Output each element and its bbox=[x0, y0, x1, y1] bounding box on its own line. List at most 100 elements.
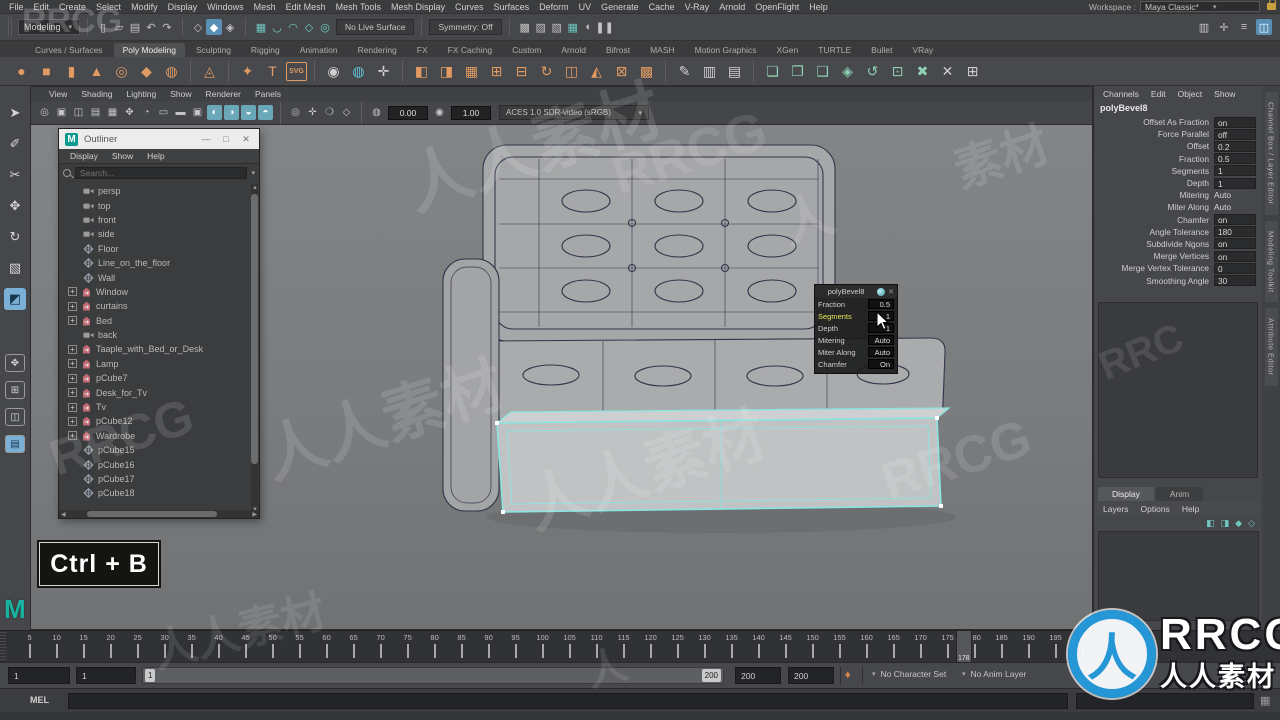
animation-start-field[interactable]: 1 bbox=[8, 667, 70, 684]
merge-vertices-icon[interactable]: ❐ bbox=[786, 60, 809, 83]
panel-menu-show[interactable]: Show bbox=[164, 89, 197, 99]
cleanup-icon[interactable]: ✖ bbox=[911, 60, 934, 83]
delete-edge-icon[interactable]: ◈ bbox=[836, 60, 859, 83]
side-tab-modeling-toolkit[interactable]: Modeling Toolkit bbox=[1264, 220, 1278, 303]
menu-mesh-tools[interactable]: Mesh Tools bbox=[331, 2, 386, 12]
outliner-item-tv[interactable]: + Tv bbox=[59, 400, 259, 414]
channel-attr-miter-along[interactable]: Miter Along Auto bbox=[1094, 201, 1262, 213]
select-hierarchy-icon[interactable]: ◇ bbox=[190, 19, 206, 35]
layer-list-area[interactable] bbox=[1098, 531, 1259, 621]
empty-layer-icon[interactable]: ◆ bbox=[1235, 518, 1242, 529]
modeling-toolkit-toggle-icon[interactable]: ▥ bbox=[1196, 19, 1212, 35]
camera-attributes-icon[interactable]: ◫ bbox=[71, 105, 86, 120]
motion-blur-icon[interactable]: ◓ bbox=[258, 105, 273, 120]
channel-attr-value[interactable]: 0.2 bbox=[1214, 140, 1256, 152]
shelf-tab-sculpting[interactable]: Sculpting bbox=[187, 43, 240, 57]
channel-attr-value[interactable]: 1 bbox=[1214, 177, 1256, 189]
outliner-item-pcube7[interactable]: + pCube7 bbox=[59, 371, 259, 385]
time-slider[interactable]: 5 10 15 20 25 30 35 40 45 50 55 60 65 70 75 80 85 90 95 100… bbox=[0, 630, 1280, 662]
poly-torus-icon[interactable]: ◎ bbox=[110, 60, 133, 83]
offset-edge-loop-icon[interactable]: ▤ bbox=[723, 60, 746, 83]
sculpt-tool-icon[interactable]: ◉ bbox=[322, 60, 345, 83]
channel-attr-value[interactable]: Auto bbox=[1214, 202, 1256, 212]
shelf-tab-arnold[interactable]: Arnold bbox=[552, 43, 595, 57]
channel-attr-value[interactable]: 30 bbox=[1214, 275, 1256, 287]
new-scene-icon[interactable]: ▯ bbox=[95, 19, 111, 35]
horizontal-scrollbar[interactable]: ◀ ▶ bbox=[59, 510, 259, 518]
outliner-item-desk-for-tv[interactable]: + Desk_for_Tv bbox=[59, 385, 259, 399]
shadows-icon[interactable]: ◑ bbox=[224, 105, 239, 120]
expand-icon[interactable]: + bbox=[68, 316, 77, 326]
channel-attr-value[interactable]: on bbox=[1214, 238, 1256, 250]
hud-attr-value[interactable]: On bbox=[868, 359, 894, 369]
outliner-item-pcube16[interactable]: pCube16 bbox=[59, 457, 259, 471]
layer-menu-help[interactable]: Help bbox=[1177, 504, 1204, 514]
outliner-item-top[interactable]: top bbox=[59, 198, 259, 212]
channel-attr-subdivide-ngons[interactable]: Subdivide Ngons on bbox=[1094, 238, 1262, 250]
lock-icon[interactable] bbox=[1267, 0, 1276, 10]
outliner-item-lamp[interactable]: + Lamp bbox=[59, 357, 259, 371]
live-surface-field[interactable]: No Live Surface bbox=[336, 19, 415, 35]
hud-attr-chamfer[interactable]: Chamfer On bbox=[815, 358, 897, 370]
menu-mesh-display[interactable]: Mesh Display bbox=[386, 2, 450, 12]
render-settings-icon[interactable]: ▧ bbox=[549, 19, 565, 35]
channel-attr-value[interactable]: 180 bbox=[1214, 226, 1256, 238]
outliner-item-back[interactable]: back bbox=[59, 328, 259, 342]
super-shape-icon[interactable]: ✦ bbox=[236, 60, 259, 83]
hud-attr-value[interactable]: Auto bbox=[868, 335, 894, 345]
combine-icon[interactable]: ◧ bbox=[410, 60, 433, 83]
shelf-tab-fx[interactable]: FX bbox=[408, 43, 437, 57]
snap-point-icon[interactable]: ◠ bbox=[285, 19, 301, 35]
colorspace-dropdown[interactable]: ACES 1.0 SDR-video (sRGB) ▾ bbox=[499, 105, 649, 120]
shelf-tab-turtle[interactable]: TURTLE bbox=[809, 43, 860, 57]
channel-box-menu-channels[interactable]: Channels bbox=[1098, 89, 1144, 99]
character-set-dropdown[interactable]: ▾ No Character Set bbox=[872, 669, 946, 679]
channel-attr-value[interactable]: on bbox=[1214, 214, 1256, 226]
menu-edit-mesh[interactable]: Edit Mesh bbox=[281, 2, 331, 12]
hypershade-icon[interactable]: ▦ bbox=[565, 19, 581, 35]
hud-attr-value[interactable]: 0.5 bbox=[868, 299, 894, 309]
spin-edge-icon[interactable]: ↺ bbox=[861, 60, 884, 83]
channel-attr-value[interactable]: on bbox=[1214, 116, 1256, 128]
gamma-field[interactable]: 1.00 bbox=[451, 105, 491, 120]
channel-attr-fraction[interactable]: Fraction 0.5 bbox=[1094, 153, 1262, 165]
expand-icon[interactable]: + bbox=[68, 431, 77, 441]
use-all-lights-icon[interactable]: ◐ bbox=[207, 105, 222, 120]
save-scene-icon[interactable]: ▤ bbox=[127, 19, 143, 35]
wireframe-icon[interactable]: ▭ bbox=[156, 105, 171, 120]
expand-icon[interactable]: + bbox=[68, 373, 77, 383]
channel-attr-value[interactable]: Auto bbox=[1214, 190, 1256, 200]
channel-box-menu-show[interactable]: Show bbox=[1209, 89, 1240, 99]
panel-menu-renderer[interactable]: Renderer bbox=[200, 89, 247, 99]
hud-attr-fraction[interactable]: Fraction 0.5 bbox=[815, 298, 897, 310]
poly-cube-icon[interactable]: ■ bbox=[35, 60, 58, 83]
rotate-tool-icon[interactable]: ↻ bbox=[4, 226, 26, 248]
shelf-tab-rigging[interactable]: Rigging bbox=[242, 43, 289, 57]
node-name[interactable]: polyBevel8 bbox=[1094, 101, 1262, 116]
snap-surface-icon[interactable]: ◎ bbox=[317, 19, 333, 35]
light-editor-icon[interactable]: ◐ bbox=[581, 19, 597, 35]
menu-curves[interactable]: Curves bbox=[450, 2, 489, 12]
multi-cut-icon[interactable]: ✎ bbox=[673, 60, 696, 83]
redo-icon[interactable]: ↷ bbox=[159, 19, 175, 35]
menu-v-ray[interactable]: V-Ray bbox=[680, 2, 715, 12]
snap-grid-icon[interactable]: ▦ bbox=[253, 19, 269, 35]
range-start-handle[interactable]: 1 bbox=[145, 669, 156, 682]
textured-icon[interactable]: ▣ bbox=[190, 105, 205, 120]
move-tool-icon[interactable]: ✥ bbox=[4, 195, 26, 217]
menu-mesh[interactable]: Mesh bbox=[249, 2, 281, 12]
expand-icon[interactable]: + bbox=[68, 287, 77, 297]
channel-attr-depth[interactable]: Depth 1 bbox=[1094, 177, 1262, 189]
vertical-scrollbar[interactable]: ▲ ▼ bbox=[251, 184, 258, 510]
type-tool-icon[interactable]: T bbox=[261, 60, 284, 83]
expand-icon[interactable]: + bbox=[68, 402, 77, 412]
undo-icon[interactable]: ↶ bbox=[143, 19, 159, 35]
grip-handle[interactable] bbox=[8, 17, 13, 37]
soft-select-icon[interactable]: ◍ bbox=[347, 60, 370, 83]
channel-attr-smoothing-angle[interactable]: Smoothing Angle 30 bbox=[1094, 274, 1262, 287]
shelf-tab-animation[interactable]: Animation bbox=[291, 43, 347, 57]
shelf-tab-rendering[interactable]: Rendering bbox=[349, 43, 406, 57]
outliner-item-pcube18[interactable]: pCube18 bbox=[59, 486, 259, 500]
sweep-mesh-icon[interactable]: ◭ bbox=[585, 60, 608, 83]
open-scene-icon[interactable]: ▱ bbox=[111, 19, 127, 35]
